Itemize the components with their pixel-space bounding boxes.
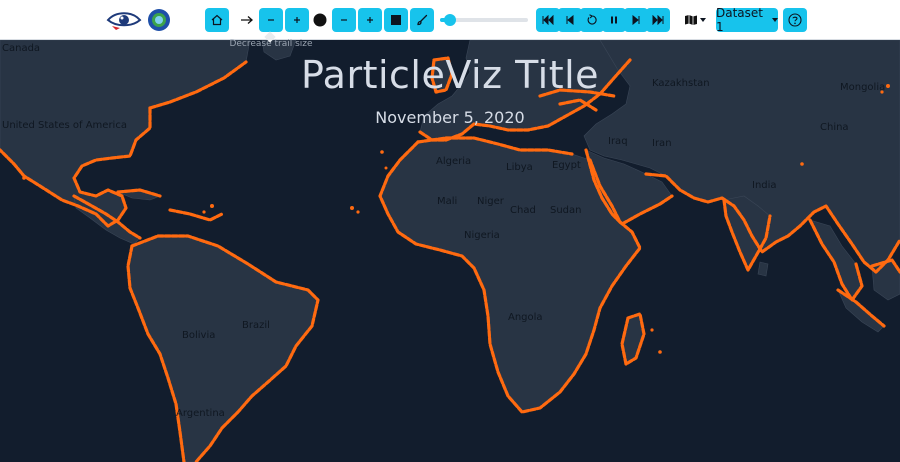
- plus-icon: [294, 17, 300, 23]
- label-chad: Chad: [510, 205, 536, 216]
- step-forward-button[interactable]: [624, 8, 648, 32]
- circle-icon: [313, 13, 327, 27]
- increase-trail-button[interactable]: [285, 8, 309, 32]
- home-button[interactable]: [205, 8, 229, 32]
- reset-icon: [587, 14, 597, 25]
- map-layer-dropdown[interactable]: [682, 8, 708, 32]
- skip-back-button[interactable]: [536, 8, 560, 32]
- minus-icon: [341, 19, 347, 21]
- map-date: November 5, 2020: [375, 108, 525, 127]
- speed-slider[interactable]: [440, 14, 528, 26]
- help-button[interactable]: [783, 8, 807, 32]
- label-canada: Canada: [2, 43, 41, 54]
- minus-icon: [268, 19, 274, 21]
- particle-size-indicator: [310, 8, 330, 32]
- label-nigeria: Nigeria: [464, 230, 500, 241]
- particle-map[interactable]: ParticleViz Title November 5, 2020 Canad…: [0, 39, 900, 462]
- dataset-dropdown[interactable]: Dataset 1: [716, 6, 778, 34]
- increase-size-button[interactable]: [358, 8, 382, 32]
- trail-tooltip: Decrease trail size: [224, 37, 318, 51]
- dataset-dropdown-label: Dataset 1: [716, 6, 763, 34]
- label-bolivia: Bolivia: [182, 330, 216, 341]
- plus-icon: [367, 17, 373, 23]
- chevron-down-icon: [700, 18, 706, 22]
- world-map-canvas: [0, 39, 900, 462]
- help-icon: [788, 13, 802, 27]
- square-icon: [391, 15, 401, 25]
- home-icon: [211, 14, 223, 26]
- decrease-size-button[interactable]: [332, 8, 356, 32]
- label-niger: Niger: [477, 196, 504, 207]
- map-icon: [685, 15, 697, 25]
- label-mali: Mali: [437, 196, 458, 207]
- step-back-icon: [566, 15, 574, 25]
- speed-slider-thumb[interactable]: [444, 14, 456, 26]
- label-libya: Libya: [506, 162, 533, 173]
- map-title: ParticleViz Title: [300, 53, 600, 97]
- skip-forward-icon: [652, 15, 664, 25]
- label-usa: United States of America: [2, 120, 127, 131]
- pause-icon: [611, 16, 617, 24]
- sri-lanka-land: [757, 261, 769, 277]
- label-india: India: [752, 180, 777, 191]
- skip-back-icon: [542, 15, 554, 25]
- label-mongolia: Mongolia: [840, 82, 886, 93]
- eye-logo-icon: [106, 8, 142, 32]
- label-iraq: Iraq: [608, 136, 628, 147]
- label-algeria: Algeria: [436, 156, 472, 167]
- label-sudan: Sudan: [550, 205, 582, 216]
- step-forward-icon: [632, 15, 640, 25]
- coaps-logo-icon: [147, 8, 171, 32]
- step-back-button[interactable]: [558, 8, 582, 32]
- arrow-right-icon: [241, 16, 253, 24]
- label-kazakhstan: Kazakhstan: [652, 78, 710, 89]
- top-toolbar: Dataset 1: [0, 0, 900, 40]
- background-button[interactable]: [384, 8, 408, 32]
- decrease-trail-button[interactable]: [259, 8, 283, 32]
- chevron-down-icon: [772, 18, 778, 22]
- label-argentina: Argentina: [176, 408, 225, 419]
- label-china: China: [820, 122, 849, 133]
- reset-button[interactable]: [580, 8, 604, 32]
- trail-indicator: [236, 8, 258, 32]
- label-brazil: Brazil: [242, 320, 270, 331]
- label-iran: Iran: [652, 138, 672, 149]
- label-angola: Angola: [508, 312, 543, 323]
- label-egypt: Egypt: [552, 160, 581, 171]
- pause-button[interactable]: [602, 8, 626, 32]
- color-button[interactable]: [410, 8, 434, 32]
- brush-icon: [417, 14, 428, 26]
- skip-forward-button[interactable]: [646, 8, 670, 32]
